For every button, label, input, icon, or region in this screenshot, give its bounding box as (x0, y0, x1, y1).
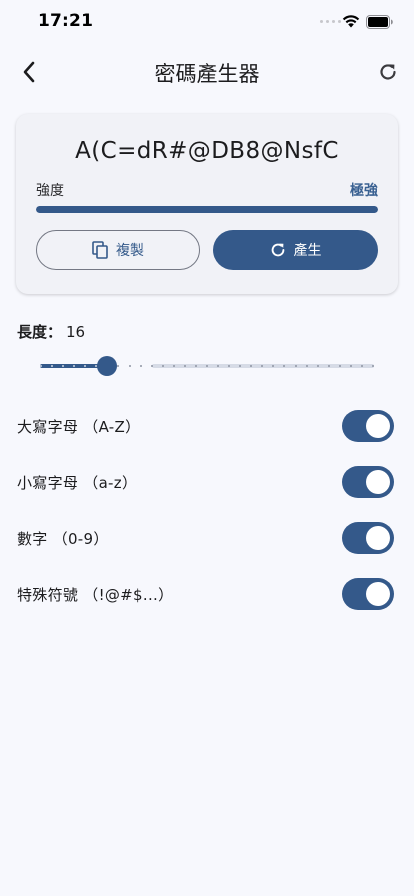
toggle-knob (366, 414, 390, 438)
strength-bar-fill (36, 206, 378, 213)
slider-tick (62, 365, 65, 367)
symbols-toggle[interactable] (342, 578, 394, 610)
slider-tick (73, 365, 76, 367)
option-symbols-label: 特殊符號 （!@#$...） (17, 586, 174, 604)
digits-toggle[interactable] (342, 522, 394, 554)
uppercase-toggle[interactable] (342, 410, 394, 442)
length-label-text: 長度： (17, 323, 63, 341)
slider-tick (239, 365, 242, 367)
slider-tick (40, 365, 42, 367)
slider-thumb[interactable] (96, 356, 117, 376)
battery-icon (366, 14, 394, 33)
generate-button-label: 產生 (293, 243, 322, 259)
slider-tick (117, 365, 120, 367)
strength-bar (36, 206, 378, 213)
app-bar: 密碼產生器 (0, 44, 414, 100)
strength-label: 強度 (36, 183, 64, 199)
slider-tick (283, 365, 286, 367)
option-digits: 數字 （0-9） (17, 522, 394, 554)
slider-tick (305, 365, 308, 367)
copy-button-label: 複製 (116, 243, 144, 259)
slider-tick (217, 365, 220, 367)
status-bar: 17:21 (0, 0, 414, 44)
slider-tick (294, 365, 297, 367)
length-label: 長度： 16 (17, 321, 85, 342)
slider-tick (338, 365, 341, 367)
refresh-icon (271, 243, 284, 257)
page-title: 密碼產生器 (154, 62, 260, 86)
generate-button[interactable]: 產生 (213, 230, 378, 270)
wifi-icon (342, 13, 360, 32)
slider-tick (161, 365, 164, 367)
slider-tick (327, 365, 330, 367)
slider-tick (172, 365, 175, 367)
slider-tick (372, 365, 374, 367)
strength-value: 極強 (350, 183, 378, 199)
slider-tick (139, 365, 142, 367)
status-time: 17:21 (38, 11, 94, 31)
option-symbols: 特殊符號 （!@#$...） (17, 578, 394, 610)
option-digits-label: 數字 （0-9） (17, 530, 109, 548)
slider-tick (360, 365, 363, 367)
slider-tick (128, 365, 131, 367)
toggle-knob (366, 526, 390, 550)
signal-icon (320, 20, 341, 23)
slider-tick (51, 365, 54, 367)
toggle-knob (366, 582, 390, 606)
slider-tick (206, 365, 208, 367)
slider-tick (272, 365, 275, 367)
length-slider[interactable] (40, 352, 374, 380)
option-lowercase: 小寫字母 （a-z） (17, 466, 394, 498)
slider-tick (150, 365, 153, 367)
slider-ticks (40, 365, 374, 367)
length-value: 16 (66, 323, 86, 341)
option-lowercase-label: 小寫字母 （a-z） (17, 474, 138, 492)
slider-tick (261, 365, 264, 367)
option-uppercase-label: 大寫字母 （A-Z） (17, 418, 141, 436)
copy-icon (92, 241, 108, 259)
generated-password: A(C=dR#@DB8@NsfC (75, 138, 339, 164)
refresh-button[interactable] (374, 58, 402, 86)
slider-tick (194, 365, 197, 367)
slider-tick (183, 365, 186, 367)
refresh-icon (380, 64, 396, 80)
slider-tick (316, 365, 319, 367)
slider-tick (349, 365, 352, 367)
slider-tick (84, 365, 87, 367)
slider-tick (250, 365, 253, 367)
toggle-knob (366, 470, 390, 494)
slider-tick (228, 365, 231, 367)
lowercase-toggle[interactable] (342, 466, 394, 498)
option-uppercase: 大寫字母 （A-Z） (17, 410, 394, 442)
password-card: A(C=dR#@DB8@NsfC 強度 極強 複製 產生 (16, 114, 398, 294)
copy-button[interactable]: 複製 (36, 230, 200, 270)
